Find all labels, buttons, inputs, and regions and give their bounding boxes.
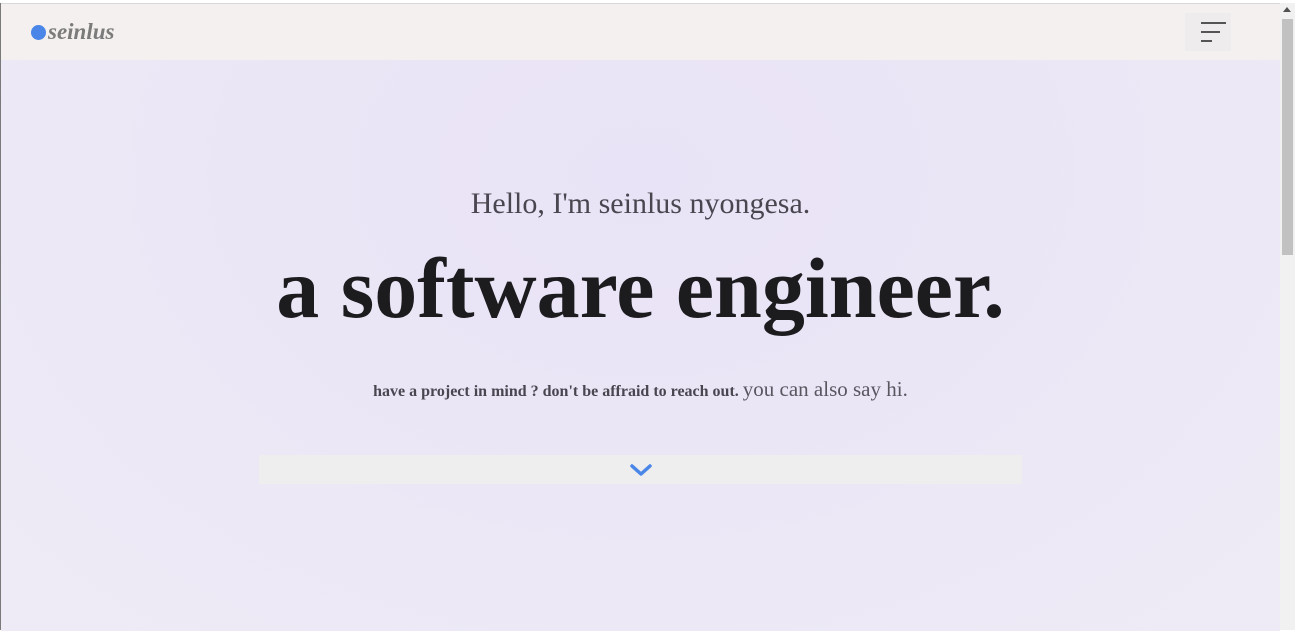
hero-greeting: Hello, I'm seinlus nyongesa. <box>470 187 811 220</box>
vertical-scrollbar[interactable] <box>1280 3 1295 630</box>
scroll-up-arrow-icon[interactable] <box>1283 7 1291 12</box>
logo-text: seinlus <box>48 19 115 44</box>
hamburger-line <box>1201 40 1212 42</box>
subline-text: have a project in mind ? don't be affrai… <box>373 383 739 400</box>
scroll-down-button[interactable] <box>259 455 1022 484</box>
hamburger-line <box>1201 31 1220 33</box>
navbar: seinlus <box>1 4 1280 60</box>
logo-link[interactable]: seinlus <box>31 18 114 46</box>
chevron-down-icon <box>629 463 652 476</box>
menu-toggle-button[interactable] <box>1185 13 1231 51</box>
hero-headline: a software engineer. <box>276 240 1005 336</box>
hamburger-menu-icon <box>1201 22 1226 24</box>
hero-subline: have a project in mind ? don't be affrai… <box>1 374 1280 407</box>
scrollbar-thumb[interactable] <box>1282 19 1293 255</box>
say-hi-link[interactable]: you can also say hi. <box>743 377 908 401</box>
dot-icon <box>31 24 46 40</box>
browser-viewport: seinlus Hello, I'm seinlus nyongesa. a s… <box>1 3 1280 631</box>
hero-section: Hello, I'm seinlus nyongesa. a software … <box>1 60 1280 631</box>
